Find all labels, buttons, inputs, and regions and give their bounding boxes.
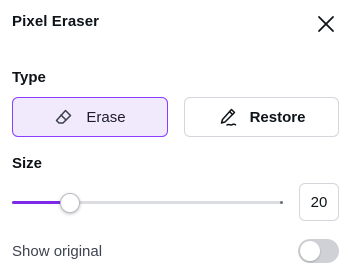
eraser-icon [54,107,74,127]
erase-button[interactable]: Erase [12,97,168,137]
slider-end-dot [280,201,283,204]
close-button[interactable] [314,12,338,36]
pen-restore-icon [218,107,238,127]
size-input[interactable] [299,183,339,221]
close-icon [317,15,335,33]
restore-button[interactable]: Restore [184,97,339,137]
size-slider[interactable] [12,193,284,213]
type-label: Type [12,69,46,86]
restore-button-label: Restore [249,108,306,126]
panel-title: Pixel Eraser [12,13,100,30]
pixel-eraser-panel: Pixel Eraser Type Erase Restore Size 20 … [0,0,351,276]
size-label: Size [12,155,43,172]
erase-button-label: Erase [86,108,126,126]
slider-thumb[interactable] [60,193,80,213]
toggle-knob [300,241,320,261]
show-original-toggle[interactable] [298,239,339,263]
show-original-label: Show original [12,243,103,260]
